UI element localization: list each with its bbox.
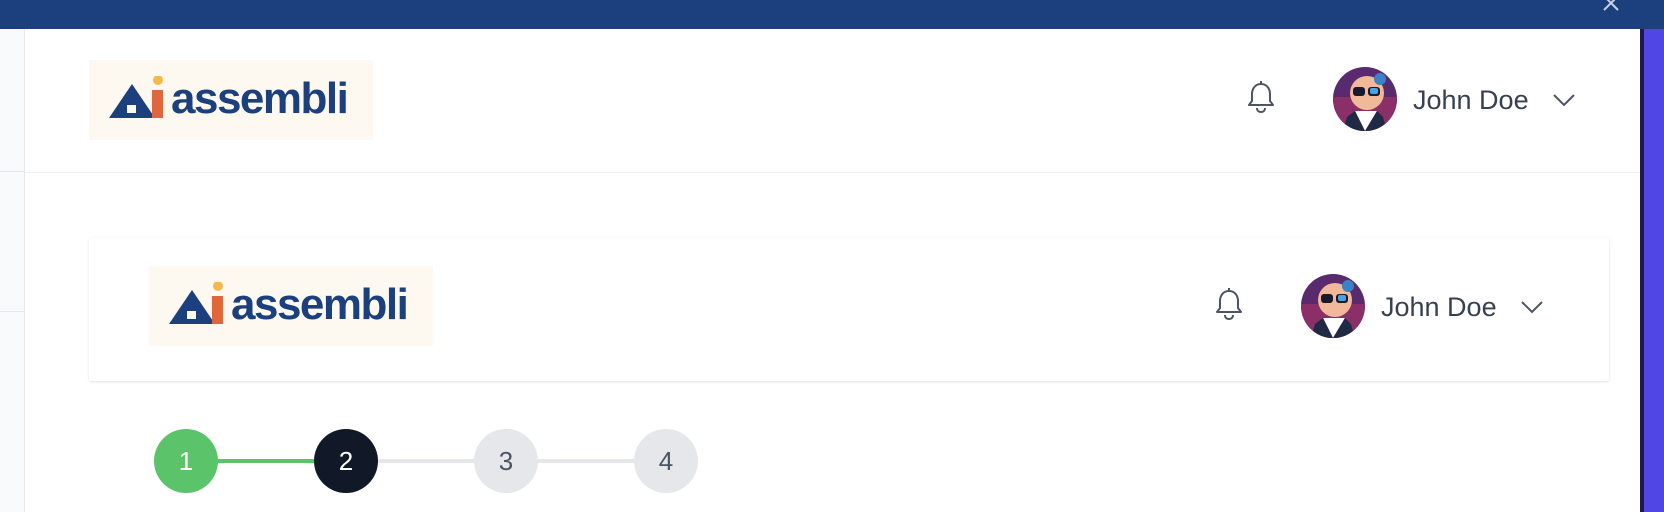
brand-logo[interactable]: assembli (89, 60, 373, 140)
sidebar-edge (0, 29, 25, 512)
chevron-down-icon[interactable] (1520, 299, 1544, 315)
logo-mark-icon (169, 282, 223, 324)
step-3[interactable]: 3 (474, 429, 538, 493)
close-icon[interactable] (1600, 0, 1622, 14)
step-connector (538, 459, 634, 463)
cartoon-avatar-icon (1333, 67, 1397, 131)
brand-logo[interactable]: assembli (149, 266, 433, 346)
divider (0, 311, 24, 312)
chevron-down-icon[interactable] (1552, 92, 1576, 108)
step-connector (378, 459, 474, 463)
cartoon-avatar-icon (1301, 274, 1365, 338)
progress-stepper: 1 2 3 4 (154, 429, 698, 493)
header-preview-card: assembli John Doe (89, 238, 1609, 381)
step-4[interactable]: 4 (634, 429, 698, 493)
scrollbar-edge[interactable] (1640, 29, 1664, 512)
user-name[interactable]: John Doe (1381, 291, 1497, 323)
app-header: assembli John Doe (25, 29, 1640, 173)
step-2[interactable]: 2 (314, 429, 378, 493)
user-name[interactable]: John Doe (1413, 84, 1529, 116)
avatar[interactable] (1301, 274, 1365, 338)
bell-icon[interactable] (1213, 287, 1245, 321)
bell-icon[interactable] (1245, 80, 1277, 114)
brand-name: assembli (231, 280, 409, 329)
main-panel: assembli John Doe assembli John Doe 1 2 … (25, 29, 1640, 512)
step-connector (218, 459, 314, 463)
logo-mark-icon (109, 76, 163, 118)
avatar[interactable] (1333, 67, 1397, 131)
window-top-bar (0, 0, 1664, 29)
step-1[interactable]: 1 (154, 429, 218, 493)
brand-name: assembli (171, 74, 349, 123)
divider (0, 171, 24, 172)
